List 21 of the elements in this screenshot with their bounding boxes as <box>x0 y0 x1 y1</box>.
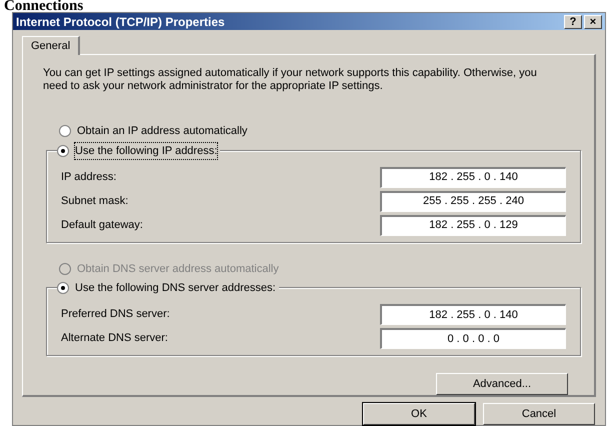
cancel-button[interactable]: Cancel <box>483 403 595 425</box>
radio-option[interactable]: Use the following DNS server addresses: <box>57 280 279 296</box>
ip-address-field[interactable]: 182 . 255 . 0 . 140 <box>380 166 566 188</box>
field-label: Preferred DNS server: <box>61 307 170 322</box>
ip-address-field[interactable]: 182 . 255 . 0 . 129 <box>380 214 566 236</box>
ip-address-field[interactable]: 255 . 255 . 255 . 240 <box>380 190 566 212</box>
close-button[interactable]: × <box>584 14 602 28</box>
field-label: Alternate DNS server: <box>61 331 168 346</box>
window-title: Internet Protocol (TCP/IP) Properties <box>16 14 226 30</box>
field-label: Default gateway: <box>61 218 143 233</box>
radio-option[interactable]: Obtain an IP address automatically <box>59 123 250 140</box>
advanced-button[interactable]: Advanced... <box>436 373 568 395</box>
help-button[interactable]: ? <box>564 14 582 28</box>
tab[interactable]: General <box>22 36 80 55</box>
ok-button[interactable]: OK <box>363 403 475 425</box>
field-label: Subnet mask: <box>61 194 128 209</box>
field-label: IP address: <box>61 170 116 185</box>
ip-address-field[interactable]: 0 . 0 . 0 . 0 <box>380 328 566 349</box>
description-text: You can get IP settings assigned automatically if your network supports this capability. Otherwise, you need to ask your network administrator for the appropriate IP settings. <box>43 67 538 93</box>
radio-option[interactable]: Use the following IP address: <box>57 142 220 159</box>
ip-address-field[interactable]: 182 . 255 . 0 . 140 <box>380 304 566 325</box>
